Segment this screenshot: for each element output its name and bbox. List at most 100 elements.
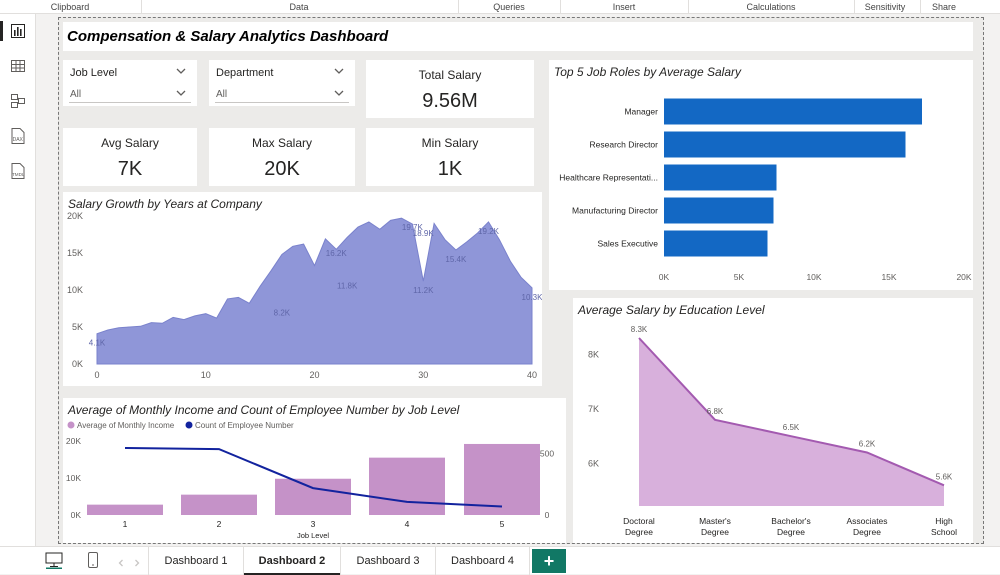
bar-category-label: Manufacturing Director (572, 206, 658, 216)
chevron-down-icon (334, 68, 344, 74)
add-page-button[interactable]: + (532, 549, 566, 573)
tab-scroll-right-button[interactable] (132, 555, 142, 573)
tmdl-view-button[interactable]: TMDL (0, 157, 36, 185)
legend-count-marker (185, 421, 193, 429)
x-tick-label: 0 (94, 370, 99, 380)
svg-text:TMDL: TMDL (12, 172, 25, 177)
svg-text:DAX: DAX (13, 137, 24, 143)
kpi-label: Min Salary (421, 136, 479, 150)
data-label: 4.1K (89, 339, 106, 348)
mobile-layout-button[interactable] (86, 551, 100, 574)
data-label: 6.8K (707, 407, 724, 416)
bar (664, 230, 768, 257)
top-job-roles-chart[interactable]: Top 5 Job Roles by Average Salary Manage… (549, 60, 973, 290)
salary-by-education-svg: 6K7K8K8.3KDoctoralDegree6.8KMaster'sDegr… (588, 325, 957, 537)
kpi-value: 1K (437, 158, 463, 180)
y-tick-label: 7K (588, 404, 599, 414)
report-view-icon (11, 24, 25, 38)
bar (664, 164, 777, 191)
report-view-button[interactable] (0, 17, 36, 45)
x-tick-label: High (935, 516, 953, 526)
department-slicer[interactable]: Department All (209, 60, 355, 106)
y-tick-label: 8K (588, 349, 599, 359)
data-label: 15.4K (445, 255, 467, 264)
x-tick-label: 30 (418, 370, 428, 380)
x-tick-label: 5K (734, 272, 745, 282)
y-tick-label: 20K (66, 436, 81, 446)
x-tick-label: 10 (201, 370, 211, 380)
tab-dashboard-1[interactable]: Dashboard 1 (149, 547, 244, 575)
education-area (639, 338, 944, 506)
desktop-layout-button[interactable] (44, 551, 64, 574)
y-tick-label: 10K (66, 473, 81, 483)
bar (664, 98, 922, 125)
chevron-down-icon[interactable] (175, 87, 187, 99)
x-tick-label: 40 (527, 370, 537, 380)
income-bar (369, 457, 445, 515)
ribbon-share-label: Share (931, 2, 957, 12)
data-label: 18.9K (413, 229, 435, 238)
y-tick-label: 20K (67, 211, 83, 221)
x-tick-label: School (931, 527, 957, 537)
y-tick-label: 15K (67, 248, 83, 258)
bar-category-label: Manager (624, 107, 658, 117)
table-view-button[interactable] (0, 52, 36, 80)
ribbon-queries-label: Queries (493, 2, 525, 12)
y-tick-label: 0K (71, 510, 82, 520)
job-level-slicer-value[interactable]: All (70, 89, 81, 100)
data-label: 8.3K (631, 325, 648, 334)
y-tick-label: 6K (588, 458, 599, 468)
ribbon-data-label: Data (289, 2, 309, 12)
kpi-label: Total Salary (418, 68, 482, 82)
salary-growth-chart[interactable]: Salary Growth by Years at Company 0K 5K 10… (63, 192, 542, 386)
x-tick-label: Degree (701, 527, 729, 537)
job-level-slicer[interactable]: Job Level All (63, 60, 197, 106)
x-tick-label: Doctoral (623, 516, 655, 526)
x-tick-label: 10K (806, 272, 821, 282)
ribbon-sensitivity-label: Sensitivity (864, 2, 906, 12)
tmdl-view-icon: TMDL (11, 163, 25, 179)
legend-income-marker (67, 421, 75, 429)
salary-by-education-chart[interactable]: Average Salary by Education Level 6K 7K 8K… (573, 298, 973, 543)
data-label: 11.8K (337, 282, 358, 291)
avg-salary-card: Avg Salary 7K (63, 128, 197, 186)
x-tick-label: 1 (123, 519, 128, 529)
chevron-down-icon[interactable] (333, 87, 345, 99)
tab-dashboard-2[interactable]: Dashboard 2 (244, 547, 341, 575)
desktop-icon (45, 552, 63, 570)
y-tick-label: 10K (67, 285, 83, 295)
x-tick-label: Degree (853, 527, 881, 537)
income-bar (275, 478, 351, 515)
ribbon-group-labels: Clipboard Data Queries Insert Calculatio… (0, 0, 1000, 14)
ribbon-clipboard-label: Clipboard (50, 2, 90, 12)
dax-query-view-icon: DAX (11, 128, 25, 144)
report-canvas: Compensation & Salary Analytics Dashboar… (58, 17, 984, 544)
salary-growth-svg: 0K 5K 10K 15K 20K 0 10 20 30 40 4.1K 8.2K 16.2K 11.8K… (67, 211, 542, 380)
tab-dashboard-4[interactable]: Dashboard 4 (436, 547, 530, 575)
income-bar (87, 504, 163, 515)
y-tick-label: 5K (72, 322, 83, 332)
table-view-icon (11, 60, 25, 72)
ribbon-insert-label: Insert (612, 2, 636, 12)
legend-income-label: Average of Monthly Income (77, 421, 175, 430)
x-tick-label: 0K (659, 272, 670, 282)
data-label: 6.2K (859, 440, 876, 449)
x-tick-label: 3 (311, 519, 316, 529)
dax-query-view-button[interactable]: DAX (0, 122, 36, 150)
income-count-by-level-chart[interactable]: Average of Monthly Income and Count of E… (63, 398, 566, 543)
data-label: 16.2K (326, 249, 348, 258)
x-tick-label: 2 (217, 519, 222, 529)
page-tab-bar: Dashboard 1 Dashboard 2 Dashboard 3 Dash… (0, 546, 1000, 575)
x-tick-label: 20 (309, 370, 319, 380)
ribbon-calculations-label: Calculations (746, 2, 796, 12)
chevron-right-icon (135, 559, 140, 567)
job-level-slicer-label: Job Level (70, 67, 118, 79)
department-slicer-label: Department (216, 67, 274, 79)
tab-scroll-left-button[interactable] (116, 555, 126, 573)
data-label: 19.2K (478, 227, 500, 236)
department-slicer-value[interactable]: All (216, 89, 227, 100)
model-view-button[interactable] (0, 87, 36, 115)
tab-dashboard-3[interactable]: Dashboard 3 (341, 547, 436, 575)
data-label: 6.5K (783, 423, 800, 432)
data-label: 11.2K (413, 286, 434, 295)
